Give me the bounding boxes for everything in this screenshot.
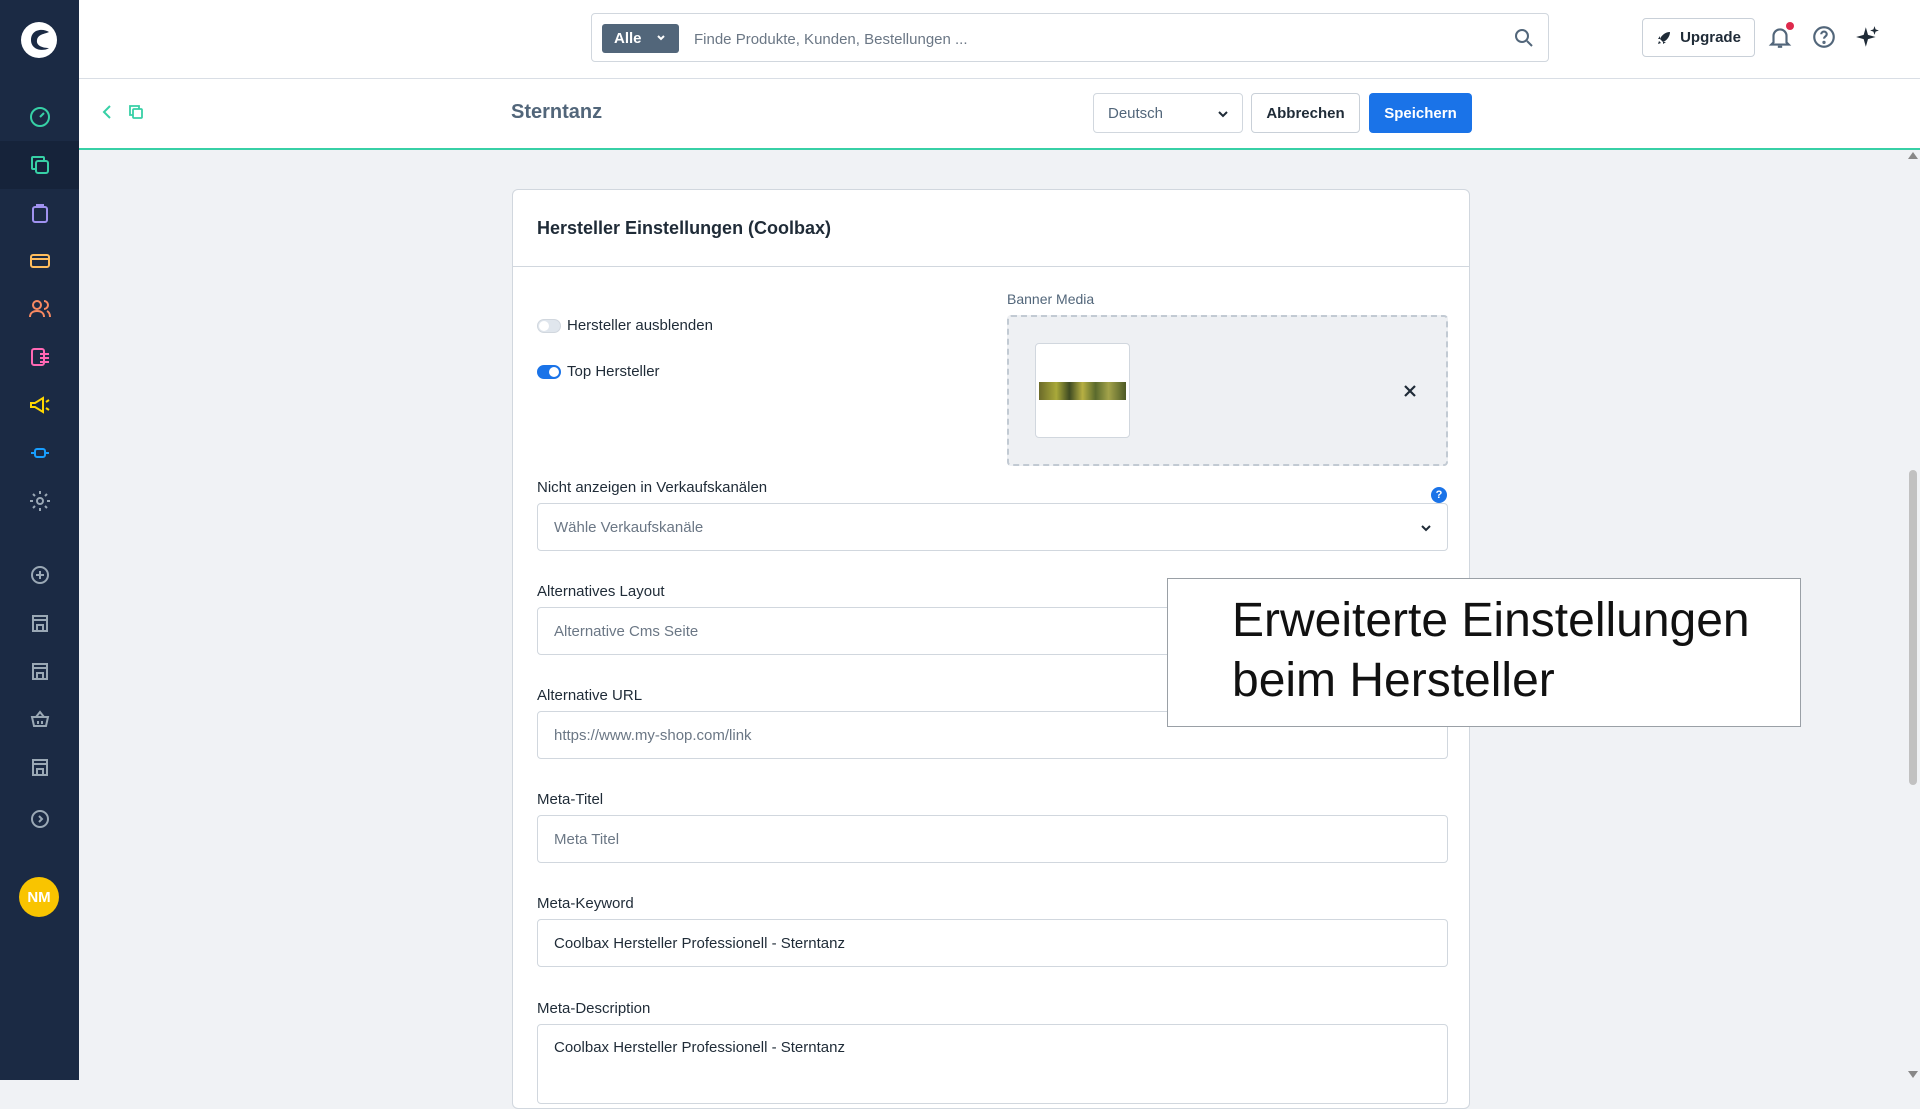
card-title: Hersteller Einstellungen (Coolbax) <box>513 190 1469 267</box>
global-search: Alle <box>591 13 1549 62</box>
banner-image <box>1039 382 1126 400</box>
hide-manufacturer-switch[interactable]: Hersteller ausblenden <box>537 317 713 334</box>
orders-icon[interactable] <box>0 189 79 237</box>
alternative-layout-placeholder: Alternative Cms Seite <box>554 623 699 640</box>
annotation-line-2: beim Hersteller <box>1232 654 1555 707</box>
page-title: Sterntanz <box>511 101 603 123</box>
annotation-line-1: Erweiterte Einstellungen <box>1232 594 1750 647</box>
switch-track[interactable] <box>537 318 561 333</box>
scroll-thumb[interactable] <box>1909 470 1917 785</box>
banner-media-preview[interactable] <box>1035 343 1130 438</box>
close-icon[interactable] <box>1402 383 1418 399</box>
search-filter-label: Alle <box>614 30 642 47</box>
top-bar: Alle Upgrade <box>79 0 1920 79</box>
add-sales-channel-icon[interactable] <box>0 551 79 599</box>
storefront-icon[interactable] <box>0 743 79 791</box>
meta-description-field[interactable]: Coolbax Hersteller Professionell - Stern… <box>537 1024 1448 1104</box>
rocket-icon <box>1658 31 1671 44</box>
switch-track[interactable] <box>537 364 561 379</box>
shopware-logo[interactable] <box>19 20 59 60</box>
content-icon[interactable] <box>0 333 79 381</box>
duplicate-icon[interactable] <box>127 103 145 121</box>
basket-icon[interactable] <box>0 695 79 743</box>
storefront-icon[interactable] <box>0 647 79 695</box>
customers-icon[interactable] <box>0 285 79 333</box>
upgrade-button[interactable]: Upgrade <box>1642 18 1755 57</box>
help-icon[interactable]: ? <box>1431 487 1447 503</box>
banner-media-upload[interactable] <box>1007 315 1448 466</box>
switch-label: Hersteller ausblenden <box>567 317 713 334</box>
language-value: Deutsch <box>1108 105 1164 122</box>
search-icon[interactable] <box>1514 28 1534 48</box>
meta-title-label: Meta-Titel <box>537 791 604 808</box>
annotation-callout: Erweiterte Einstellungen beim Hersteller <box>1167 578 1801 727</box>
scroll-down-arrow[interactable] <box>1908 1071 1918 1078</box>
catalogue-icon[interactable] <box>0 141 79 189</box>
cancel-button[interactable]: Abbrechen <box>1251 93 1360 133</box>
sales-channels-select[interactable]: Wähle Verkaufskanäle <box>537 503 1448 551</box>
help-icon[interactable] <box>1811 24 1837 50</box>
scroll-up-arrow[interactable] <box>1908 152 1918 159</box>
meta-title-placeholder: Meta Titel <box>554 831 620 848</box>
notification-badge <box>1786 22 1794 30</box>
storefront-icon[interactable] <box>0 599 79 647</box>
extensions-icon[interactable] <box>0 429 79 477</box>
sidebar: NM <box>0 0 79 1080</box>
marketing-icon[interactable] <box>0 381 79 429</box>
meta-keyword-label: Meta-Keyword <box>537 895 634 912</box>
alternative-url-label: Alternative URL <box>537 687 643 704</box>
page-scrollbar[interactable] <box>1906 150 1920 1080</box>
switch-label: Top Hersteller <box>567 363 660 380</box>
search-input[interactable] <box>692 24 1476 54</box>
chevron-down-icon <box>657 35 665 41</box>
alternative-layout-label: Alternatives Layout <box>537 583 665 600</box>
avatar[interactable]: NM <box>19 877 59 917</box>
search-filter-select[interactable]: Alle <box>602 24 679 53</box>
meta-description-value: Coolbax Hersteller Professionell - Stern… <box>554 1039 845 1056</box>
ai-sparkle-icon[interactable] <box>1855 24 1881 50</box>
sales-channels-placeholder: Wähle Verkaufskanäle <box>554 519 704 536</box>
alternative-url-placeholder: https://www.my-shop.com/link <box>554 727 752 744</box>
meta-keyword-value: Coolbax Hersteller Professionell - Stern… <box>554 935 845 952</box>
top-manufacturer-switch[interactable]: Top Hersteller <box>537 363 660 380</box>
language-select[interactable]: Deutsch <box>1093 93 1243 133</box>
chevron-down-icon <box>1218 111 1228 118</box>
upgrade-label: Upgrade <box>1680 29 1741 46</box>
payments-icon[interactable] <box>0 237 79 285</box>
settings-icon[interactable] <box>0 477 79 525</box>
back-arrow-icon[interactable] <box>99 103 117 121</box>
dashboard-icon[interactable] <box>0 93 79 141</box>
meta-keyword-field[interactable]: Coolbax Hersteller Professionell - Stern… <box>537 919 1448 967</box>
meta-title-field[interactable]: Meta Titel <box>537 815 1448 863</box>
expand-icon[interactable] <box>0 795 79 843</box>
chevron-down-icon <box>1421 525 1431 532</box>
banner-media-label: Banner Media <box>1007 291 1095 307</box>
save-button[interactable]: Speichern <box>1369 93 1472 133</box>
sales-channels-label: Nicht anzeigen in Verkaufskanälen <box>537 479 768 496</box>
smart-bar: Sterntanz Deutsch Abbrechen Speichern <box>79 79 1920 150</box>
meta-description-label: Meta-Description <box>537 1000 651 1017</box>
